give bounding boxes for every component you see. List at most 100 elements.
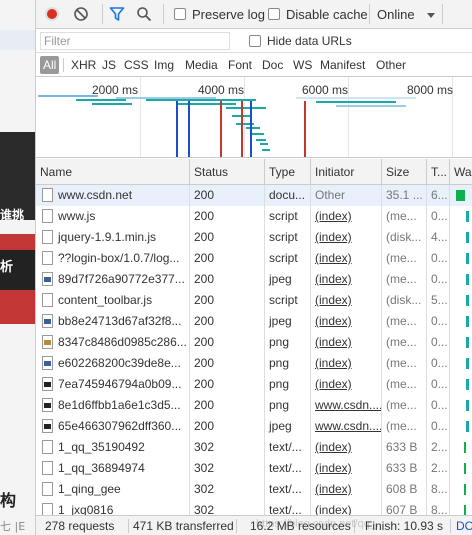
type-filter-media[interactable]: Media <box>182 56 221 74</box>
cell-initiator[interactable]: www.csdn.... <box>311 395 382 416</box>
chevron-down-icon[interactable] <box>427 13 435 18</box>
table-row[interactable]: www.js 200 script (index) (me... 0... <box>36 206 472 227</box>
cell-waterfall <box>450 353 472 374</box>
table-row[interactable]: ??login-box/1.0.7/log... 200 script (index)… <box>36 248 472 269</box>
cell-time: 6... <box>427 185 450 206</box>
filter-icon[interactable] <box>109 6 125 22</box>
type-filter-css[interactable]: CSS <box>121 56 152 74</box>
cell-status: 200 <box>190 248 265 269</box>
cell-initiator: Other <box>311 185 382 206</box>
table-row[interactable]: jquery-1.9.1.min.js 200 script (index) (disk… <box>36 227 472 248</box>
table-row[interactable]: content_toolbar.js 200 script (index) (disk.… <box>36 290 472 311</box>
table-row[interactable]: 65e466307962dff360... 200 jpeg www.csdn....… <box>36 416 472 437</box>
type-filter-img[interactable]: Img <box>151 56 177 74</box>
cell-initiator[interactable]: (index) <box>311 437 382 458</box>
column-header-type[interactable]: Type <box>265 159 311 185</box>
cell-status: 200 <box>190 227 265 248</box>
cell-initiator[interactable]: (index) <box>311 206 382 227</box>
column-header-time[interactable]: T... <box>427 159 450 185</box>
cell-name: 8e1d6ffbb1a6e1c3d5... <box>36 395 190 416</box>
table-row[interactable]: e602268200c39de8e... 200 png (index) (me... 0… <box>36 353 472 374</box>
cell-waterfall <box>450 332 472 353</box>
page-strip: 谁挑 析 构 七 |E <box>0 0 36 535</box>
cell-initiator[interactable]: (index) <box>311 374 382 395</box>
record-icon[interactable] <box>45 7 59 21</box>
type-filter-other[interactable]: Other <box>373 56 409 74</box>
type-filter-ws[interactable]: WS <box>290 56 315 74</box>
column-header-initiator[interactable]: Initiator <box>311 159 382 185</box>
disable-cache-checkbox[interactable] <box>268 8 280 20</box>
cell-name: content_toolbar.js <box>36 290 190 311</box>
cell-time: 0... <box>427 206 450 227</box>
column-header-status[interactable]: Status <box>190 159 265 185</box>
table-row[interactable]: 7ea745946794a0b09... 200 png (index) (me... 0… <box>36 374 472 395</box>
cell-initiator[interactable]: (index) <box>311 479 382 500</box>
cell-name: 7ea745946794a0b09... <box>36 374 190 395</box>
cell-type: text/... <box>265 500 311 515</box>
cell-waterfall <box>450 290 472 311</box>
column-header-waterfall[interactable]: Wa <box>450 159 472 185</box>
type-filter-doc[interactable]: Doc <box>259 56 286 74</box>
cell-initiator[interactable]: (index) <box>311 269 382 290</box>
cell-initiator[interactable]: (index) <box>311 353 382 374</box>
disable-cache-label[interactable]: Disable cache <box>286 7 368 22</box>
cell-initiator[interactable]: (index) <box>311 290 382 311</box>
cell-status: 302 <box>190 437 265 458</box>
type-filter-font[interactable]: Font <box>225 56 255 74</box>
waterfall-bar <box>464 484 466 495</box>
cell-initiator[interactable]: (index) <box>311 248 382 269</box>
cell-waterfall <box>450 248 472 269</box>
cell-waterfall <box>450 227 472 248</box>
cell-initiator[interactable]: (index) <box>311 332 382 353</box>
type-filter-manifest[interactable]: Manifest <box>317 56 368 74</box>
table-row[interactable]: 1_qq_35190492 302 text/... (index) 633 B 2... <box>36 437 472 458</box>
filter-input[interactable] <box>40 32 230 50</box>
search-icon[interactable] <box>136 6 152 22</box>
cell-time: 0... <box>427 353 450 374</box>
cell-initiator[interactable]: (index) <box>311 458 382 479</box>
cell-size: (me... <box>382 353 427 374</box>
cell-type: script <box>265 227 311 248</box>
table-row[interactable]: bb8e24713d67af32f8... 200 jpeg (index) (me..… <box>36 311 472 332</box>
type-filter-js[interactable]: JS <box>99 56 119 74</box>
cell-time: 0... <box>427 416 450 437</box>
waterfall-bar <box>466 400 469 411</box>
column-header-name[interactable]: Name <box>36 159 190 185</box>
waterfall-bar <box>466 253 469 264</box>
cell-size: (me... <box>382 374 427 395</box>
table-row[interactable]: 89d7f726a90772e377... 200 jpeg (index) (me..… <box>36 269 472 290</box>
cell-size: (disk... <box>382 290 427 311</box>
cell-initiator[interactable]: (index) <box>311 500 382 515</box>
hide-data-urls-checkbox[interactable] <box>249 35 261 47</box>
cell-type: jpeg <box>265 311 311 332</box>
timeline-overview[interactable]: 2000 ms 4000 ms 6000 ms 8000 ms <box>36 77 472 158</box>
throttling-select[interactable]: Online <box>377 7 415 22</box>
cell-time: 8... <box>427 500 450 515</box>
cell-initiator[interactable]: (index) <box>311 311 382 332</box>
cell-name: ??login-box/1.0.7/log... <box>36 248 190 269</box>
column-header-size[interactable]: Size <box>382 159 427 185</box>
network-panel: Preserve log Disable cache Online Hide d… <box>36 0 472 535</box>
table-row[interactable]: 8347c8486d0985c286... 200 png (index) (me...… <box>36 332 472 353</box>
cell-size: 633 B <box>382 458 427 479</box>
type-filter-all[interactable]: All <box>40 56 60 74</box>
preserve-log-label[interactable]: Preserve log <box>192 7 265 22</box>
table-row[interactable]: 1_qq_36894974 302 text/... (index) 633 B 2... <box>36 458 472 479</box>
clear-icon[interactable] <box>73 6 89 22</box>
table-row[interactable]: www.csdn.net 200 docu... Other 35.1 ... 6... <box>36 185 472 206</box>
cell-time: 5... <box>427 290 450 311</box>
preserve-log-checkbox[interactable] <box>174 8 186 20</box>
table-row[interactable]: 8e1d6ffbb1a6e1c3d5... 200 png www.csdn....(… <box>36 395 472 416</box>
table-row[interactable]: 1_qing_gee 302 text/... (index) 608 B 8... <box>36 479 472 500</box>
cell-initiator[interactable]: www.csdn.... <box>311 416 382 437</box>
cell-size: (me... <box>382 416 427 437</box>
cell-type: jpeg <box>265 416 311 437</box>
page-search-bar <box>0 30 35 50</box>
cell-initiator[interactable]: (index) <box>311 227 382 248</box>
cell-status: 302 <box>190 479 265 500</box>
table-row[interactable]: 1_jxq0816 302 text/... (index) 607 B 8... <box>36 500 472 515</box>
hide-data-urls-label[interactable]: Hide data URLs <box>267 34 352 48</box>
cell-size: (me... <box>382 269 427 290</box>
type-filter-xhr[interactable]: XHR <box>68 56 99 74</box>
cell-status: 302 <box>190 500 265 515</box>
